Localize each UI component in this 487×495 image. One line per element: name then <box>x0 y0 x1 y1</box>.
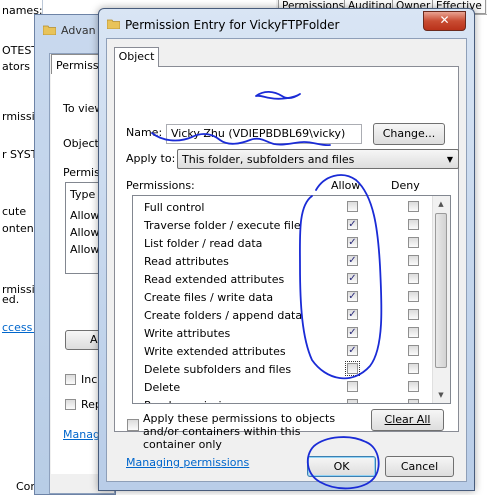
chevron-down-icon: ▼ <box>446 155 453 164</box>
deny-checkbox[interactable] <box>408 219 419 230</box>
clear-all-button[interactable]: Clear All <box>371 409 444 431</box>
permission-label: List folder / read data <box>144 237 263 250</box>
allow-checkbox[interactable] <box>347 399 358 403</box>
permission-label: Read attributes <box>144 255 229 268</box>
deny-checkbox[interactable] <box>408 255 419 266</box>
permission-row: Create files / write data ✓ <box>133 288 435 306</box>
object-tab-panel: Name: Vicky Zhu (VDIEPBDBL69\vicky) Chan… <box>114 66 459 469</box>
apply-within-container-checkbox[interactable] <box>127 419 139 431</box>
dialog-title: Permission Entry for VickyFTPFolder <box>125 18 340 32</box>
deny-checkbox[interactable] <box>408 291 419 302</box>
allow-checkbox[interactable]: ✓ <box>347 327 358 338</box>
bg-text: ed. <box>2 293 20 306</box>
allow-checkbox[interactable] <box>347 381 358 392</box>
permission-row: Create folders / append data ✓ <box>133 306 435 324</box>
allow-checkbox[interactable]: ✓ <box>347 255 358 266</box>
permission-label: Delete subfolders and files <box>144 363 292 376</box>
change-button[interactable]: Change... <box>373 123 445 145</box>
bg-window-title: Advan <box>61 24 96 37</box>
tab-object[interactable]: Object <box>114 47 159 67</box>
ok-button[interactable]: OK <box>307 456 376 477</box>
permission-label: Read extended attributes <box>144 273 285 286</box>
permission-row: Delete <box>133 378 435 396</box>
bg-text: r SYST <box>2 148 38 161</box>
deny-checkbox[interactable] <box>408 237 419 248</box>
bg-replace-checkbox[interactable] <box>65 399 76 410</box>
deny-checkbox[interactable] <box>408 327 419 338</box>
deny-checkbox[interactable] <box>408 381 419 392</box>
permission-row: Traverse folder / execute file ✓ <box>133 216 435 234</box>
allow-checkbox[interactable]: ✓ <box>347 273 358 284</box>
cancel-button[interactable]: Cancel <box>385 456 454 477</box>
allow-checkbox[interactable]: ✓ <box>347 291 358 302</box>
dialog-body: Object Name: Vicky Zhu (VDIEPBDBL69\vick… <box>106 38 467 482</box>
deny-checkbox[interactable] <box>408 309 419 320</box>
permission-label: Write attributes <box>144 327 231 340</box>
allow-column-header: Allow <box>331 179 361 192</box>
allow-checkbox[interactable]: ✓ <box>347 237 358 248</box>
bg-text: cute <box>2 205 27 218</box>
bg-list-item: Allow <box>70 243 100 256</box>
managing-permissions-link[interactable]: Managing permissions <box>126 456 249 469</box>
permission-label: Read permissions <box>144 399 241 403</box>
permission-label: Create folders / append data <box>144 309 303 322</box>
bg-include-checkbox[interactable] <box>65 374 76 385</box>
deny-checkbox[interactable] <box>408 345 419 356</box>
permission-label: Create files / write data <box>144 291 274 304</box>
deny-checkbox[interactable] <box>408 399 419 403</box>
apply-to-dropdown[interactable]: This folder, subfolders and files ▼ <box>177 149 459 169</box>
allow-checkbox[interactable]: ✓ <box>347 309 358 320</box>
clear-all-label: Clear All <box>384 413 431 426</box>
folder-icon <box>107 19 120 29</box>
bg-type-header: Type <box>70 188 96 201</box>
permission-row: Full control <box>133 198 435 216</box>
permission-label: Traverse folder / execute file <box>144 219 301 232</box>
name-label: Name: <box>126 126 163 139</box>
permissions-label: Permissions: <box>126 179 195 192</box>
scroll-up-icon[interactable]: ▲ <box>433 196 449 212</box>
deny-checkbox[interactable] <box>408 273 419 284</box>
bg-list-item: Allow <box>70 226 100 239</box>
folder-icon <box>43 25 56 35</box>
apply-within-container-label: Apply these permissions to objects and/o… <box>143 412 336 451</box>
allow-checkbox[interactable] <box>347 201 358 212</box>
deny-checkbox[interactable] <box>408 363 419 374</box>
allow-checkbox[interactable] <box>345 361 360 376</box>
permission-row: Read extended attributes ✓ <box>133 270 435 288</box>
bg-text: Object <box>63 137 99 150</box>
allow-checkbox[interactable]: ✓ <box>347 219 358 230</box>
close-icon: ✕ <box>439 13 450 27</box>
scroll-down-icon[interactable]: ▼ <box>433 387 449 403</box>
bg-managing-link[interactable]: Managi <box>63 428 103 441</box>
permission-label: Full control <box>144 201 205 214</box>
deny-column-header: Deny <box>391 179 420 192</box>
permission-row: Read attributes ✓ <box>133 252 435 270</box>
scrollbar-thumb[interactable] <box>435 213 447 368</box>
permission-label: Delete <box>144 381 181 394</box>
deny-checkbox[interactable] <box>408 201 419 212</box>
permission-row: Read permissions <box>133 396 435 403</box>
close-button[interactable]: ✕ <box>423 11 466 31</box>
apply-to-label: Apply to: <box>126 152 176 165</box>
permission-entry-dialog: Permission Entry for VickyFTPFolder ✕ Ob… <box>98 8 475 491</box>
permissions-list: Full control Traverse folder / execute fi… <box>132 195 451 404</box>
permission-row: List folder / read data ✓ <box>133 234 435 252</box>
vertical-scrollbar[interactable]: ▲ ▼ <box>432 196 450 403</box>
permission-row: Write extended attributes ✓ <box>133 342 435 360</box>
permission-row: Delete subfolders and files <box>133 360 435 378</box>
name-field[interactable]: Vicky Zhu (VDIEPBDBL69\vicky) <box>166 124 362 144</box>
permission-row: Write attributes ✓ <box>133 324 435 342</box>
apply-to-value: This folder, subfolders and files <box>182 153 355 166</box>
permission-label: Write extended attributes <box>144 345 286 358</box>
allow-checkbox[interactable]: ✓ <box>347 345 358 356</box>
bg-list-item: Allow <box>70 209 100 222</box>
